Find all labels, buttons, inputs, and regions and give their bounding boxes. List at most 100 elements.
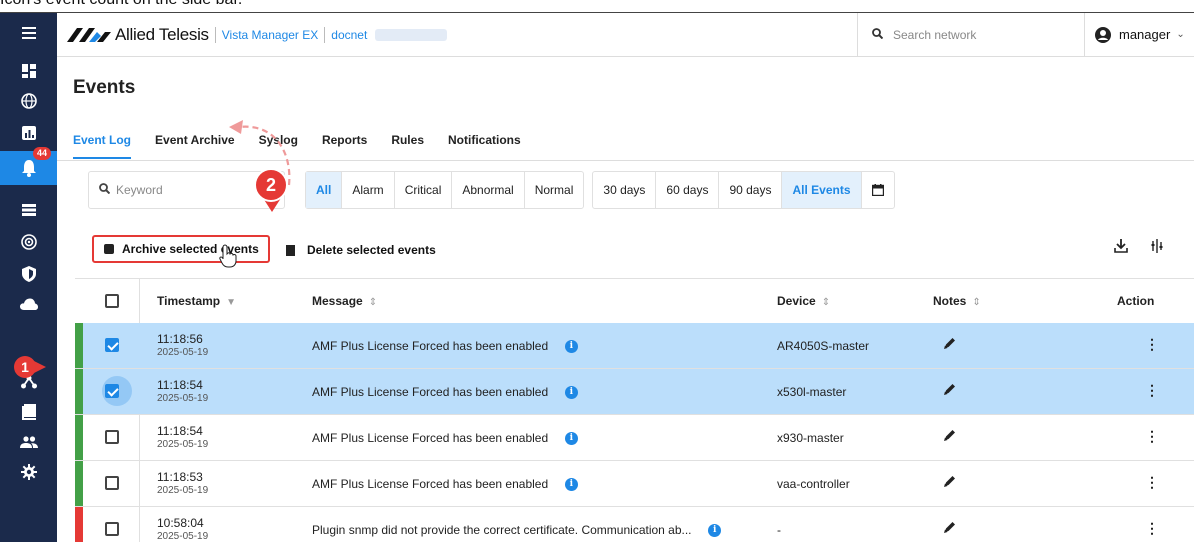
table-row[interactable]: 10:58:04 2025-05-19 Plugin snmp did not pr… [75, 507, 1194, 542]
radar-icon[interactable] [0, 227, 57, 257]
bell-icon[interactable]: 44 [0, 147, 57, 185]
chart-icon[interactable] [0, 118, 57, 148]
event-message: AMF Plus License Forced has been enabled [312, 385, 549, 399]
row-checkbox[interactable] [105, 476, 119, 490]
table-row[interactable]: 11:18:56 2025-05-19 AMF Plus License Force… [75, 323, 1194, 369]
header-divider [214, 26, 216, 43]
filter-30-days[interactable]: 30 days [593, 172, 657, 208]
filter-critical[interactable]: Critical [395, 172, 453, 208]
tab-reports[interactable]: Reports [322, 133, 367, 159]
event-date: 2025-05-19 [157, 347, 209, 358]
edit-pencil-icon[interactable] [943, 474, 957, 488]
filter-normal[interactable]: Normal [525, 172, 584, 208]
row-checkbox[interactable] [105, 522, 119, 536]
delete-button-label: Delete selected events [307, 243, 436, 257]
people-icon[interactable] [0, 427, 57, 457]
event-date: 2025-05-19 [157, 393, 209, 404]
severity-filter-group: All Alarm Critical Abnormal Normal [305, 171, 585, 209]
allied-telesis-logo-icon [67, 27, 111, 42]
more-options-icon[interactable]: ⋮ [1145, 520, 1159, 537]
user-menu[interactable]: manager ⌄ [1084, 13, 1194, 56]
event-time: 11:18:56 [157, 332, 203, 346]
info-icon[interactable]: i [564, 340, 578, 354]
column-settings-icon[interactable] [1150, 239, 1164, 256]
globe-icon[interactable] [0, 86, 57, 116]
filter-all[interactable]: All [306, 172, 343, 208]
hamburger-menu-icon[interactable] [0, 18, 57, 48]
row-checkbox[interactable] [105, 338, 119, 352]
delete-selected-events-button[interactable]: Delete selected events [286, 238, 436, 262]
info-icon[interactable]: i [564, 432, 578, 446]
filter-abnormal[interactable]: Abnormal [452, 172, 525, 208]
gear-icon[interactable] [0, 457, 57, 487]
tab-rules[interactable]: Rules [391, 133, 424, 159]
timestamp-header-label: Timestamp [157, 294, 221, 308]
table-row[interactable]: 11:18:54 2025-05-19 AMF Plus License Force… [75, 415, 1194, 461]
table-row[interactable]: 11:18:53 2025-05-19 AMF Plus License Force… [75, 461, 1194, 507]
calendar-icon [871, 184, 884, 196]
row-message: AMF Plus License Forced has been enabled… [312, 431, 578, 446]
shield-icon[interactable] [0, 259, 57, 289]
edit-pencil-icon[interactable] [943, 428, 957, 442]
more-options-icon[interactable]: ⋮ [1145, 474, 1159, 491]
filter-60-days[interactable]: 60 days [656, 172, 720, 208]
search-icon [872, 27, 884, 42]
table-action-bar: Archive selected events Delete selected … [92, 227, 1194, 268]
callout-1: 1 [10, 355, 56, 381]
event-message: AMF Plus License Forced has been enabled [312, 477, 549, 491]
table-row[interactable]: 11:18:54 2025-05-19 AMF Plus License Force… [75, 369, 1194, 415]
row-device: x530l-master [777, 385, 847, 399]
download-icon[interactable] [1114, 239, 1128, 256]
severity-indicator [75, 415, 83, 460]
more-options-icon[interactable]: ⋮ [1145, 428, 1159, 445]
app-name-link[interactable]: Vista Manager EX [222, 28, 319, 42]
archive-icon [104, 244, 114, 254]
user-avatar-icon [1095, 26, 1111, 43]
row-message: AMF Plus License Forced has been enabled… [312, 339, 578, 354]
row-timestamp: 11:18:54 2025-05-19 [157, 379, 208, 405]
filter-all-events[interactable]: All Events [782, 172, 862, 208]
event-time: 11:18:54 [157, 424, 203, 438]
edit-pencil-icon[interactable] [943, 382, 957, 396]
column-header-timestamp[interactable]: Timestamp ▼ [157, 294, 236, 308]
row-message: Plugin snmp did not provide the correct … [312, 523, 722, 538]
more-options-icon[interactable]: ⋮ [1145, 336, 1159, 353]
redacted-field [375, 28, 448, 41]
calendar-button[interactable] [862, 172, 894, 208]
info-icon[interactable]: i [708, 524, 722, 538]
sort-icon: ⇕ [972, 297, 981, 308]
filter-90-days[interactable]: 90 days [719, 172, 783, 208]
tab-notifications[interactable]: Notifications [448, 133, 521, 159]
network-search[interactable]: Search network [857, 13, 1085, 56]
search-input-placeholder[interactable]: Search network [893, 28, 976, 42]
event-time: 11:18:54 [157, 378, 203, 392]
column-header-device[interactable]: Device ⇕ [777, 294, 830, 308]
more-options-icon[interactable]: ⋮ [1145, 382, 1159, 399]
select-all-checkbox[interactable] [105, 294, 119, 308]
cloud-icon[interactable] [0, 289, 57, 319]
edit-pencil-icon[interactable] [943, 520, 957, 534]
tab-event-log[interactable]: Event Log [73, 133, 132, 159]
filter-bar: All Alarm Critical Abnormal Normal 30 da… [305, 171, 903, 209]
event-message: AMF Plus License Forced has been enabled [312, 431, 549, 445]
info-icon[interactable]: i [564, 478, 578, 492]
row-checkbox[interactable] [105, 430, 119, 444]
top-header: Allied Telesis Vista Manager EX docnet S… [57, 13, 1194, 57]
edit-pencil-icon[interactable] [943, 336, 957, 350]
row-timestamp: 11:18:54 2025-05-19 [157, 425, 208, 451]
filter-alarm[interactable]: Alarm [342, 172, 395, 208]
brand-logo[interactable]: Allied Telesis [67, 25, 209, 45]
column-header-message[interactable]: Message ⇕ [312, 294, 377, 308]
event-time: 10:58:04 [157, 516, 204, 530]
event-date: 2025-05-19 [157, 485, 209, 496]
book-icon[interactable] [0, 397, 57, 427]
info-icon[interactable]: i [564, 386, 578, 400]
row-checkbox[interactable] [105, 384, 119, 398]
list-icon[interactable] [0, 195, 57, 225]
column-header-notes[interactable]: Notes ⇕ [933, 294, 981, 308]
dashboard-icon[interactable] [0, 56, 57, 86]
network-name-link[interactable]: docnet [331, 28, 367, 42]
keyword-placeholder: Keyword [116, 183, 163, 197]
archive-selected-events-button[interactable]: Archive selected events [92, 235, 270, 263]
row-message: AMF Plus License Forced has been enabled… [312, 477, 578, 492]
